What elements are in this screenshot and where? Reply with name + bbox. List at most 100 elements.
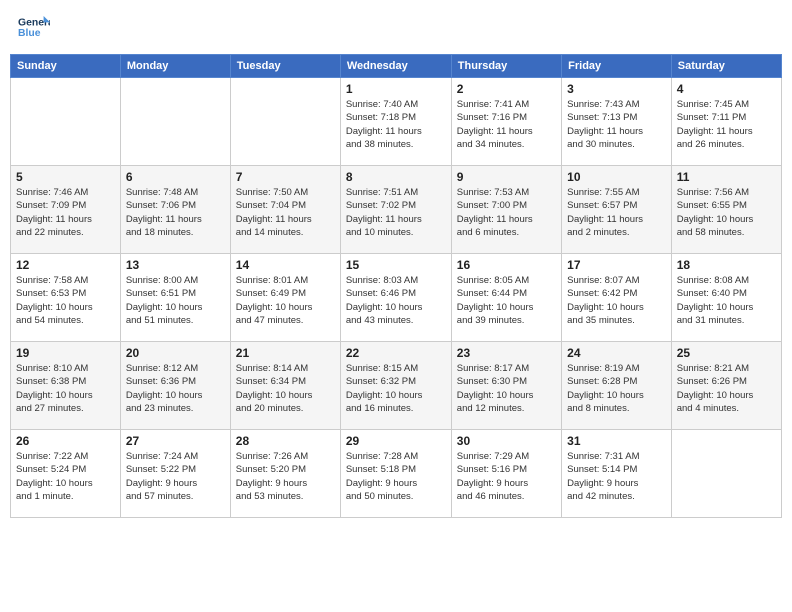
day-number: 21 — [236, 346, 335, 360]
day-number: 22 — [346, 346, 446, 360]
day-number: 10 — [567, 170, 666, 184]
day-info: Sunrise: 8:19 AM Sunset: 6:28 PM Dayligh… — [567, 362, 666, 415]
day-info: Sunrise: 7:55 AM Sunset: 6:57 PM Dayligh… — [567, 186, 666, 239]
day-number: 24 — [567, 346, 666, 360]
day-cell-24: 24 Sunrise: 8:19 AM Sunset: 6:28 PM Dayli… — [562, 342, 672, 430]
col-header-sunday: Sunday — [11, 55, 121, 78]
logo: General Blue — [18, 14, 50, 42]
day-number: 1 — [346, 82, 446, 96]
day-cell-18: 18 Sunrise: 8:08 AM Sunset: 6:40 PM Dayli… — [671, 254, 781, 342]
day-number: 18 — [677, 258, 776, 272]
day-number: 26 — [16, 434, 115, 448]
col-header-saturday: Saturday — [671, 55, 781, 78]
day-info: Sunrise: 8:15 AM Sunset: 6:32 PM Dayligh… — [346, 362, 446, 415]
day-info: Sunrise: 8:17 AM Sunset: 6:30 PM Dayligh… — [457, 362, 556, 415]
day-cell-7: 7 Sunrise: 7:50 AM Sunset: 7:04 PM Daylig… — [230, 166, 340, 254]
day-number: 29 — [346, 434, 446, 448]
day-cell-23: 23 Sunrise: 8:17 AM Sunset: 6:30 PM Dayli… — [451, 342, 561, 430]
day-number: 14 — [236, 258, 335, 272]
col-header-friday: Friday — [562, 55, 672, 78]
day-cell-31: 31Sunrise: 7:31 AM Sunset: 5:14 PM Dayli… — [562, 430, 672, 518]
day-cell-2: 2Sunrise: 7:41 AM Sunset: 7:16 PM Daylig… — [451, 78, 561, 166]
col-header-thursday: Thursday — [451, 55, 561, 78]
day-cell-9: 9 Sunrise: 7:53 AM Sunset: 7:00 PM Daylig… — [451, 166, 561, 254]
day-number: 25 — [677, 346, 776, 360]
day-info: Sunrise: 7:53 AM Sunset: 7:00 PM Dayligh… — [457, 186, 556, 239]
day-number: 30 — [457, 434, 556, 448]
day-number: 19 — [16, 346, 115, 360]
day-cell-26: 26 Sunrise: 7:22 AM Sunset: 5:24 PM Dayli… — [11, 430, 121, 518]
day-info: Sunrise: 7:22 AM Sunset: 5:24 PM Dayligh… — [16, 450, 115, 503]
day-info: Sunrise: 7:28 AM Sunset: 5:18 PM Dayligh… — [346, 450, 446, 503]
day-cell-8: 8Sunrise: 7:51 AM Sunset: 7:02 PM Daylig… — [340, 166, 451, 254]
day-info: Sunrise: 7:41 AM Sunset: 7:16 PM Dayligh… — [457, 98, 556, 151]
day-number: 15 — [346, 258, 446, 272]
day-number: 17 — [567, 258, 666, 272]
day-info: Sunrise: 7:24 AM Sunset: 5:22 PM Dayligh… — [126, 450, 225, 503]
day-number: 6 — [126, 170, 225, 184]
day-info: Sunrise: 8:21 AM Sunset: 6:26 PM Dayligh… — [677, 362, 776, 415]
day-cell-11: 11 Sunrise: 7:56 AM Sunset: 6:55 PM Dayli… — [671, 166, 781, 254]
day-cell-29: 29 Sunrise: 7:28 AM Sunset: 5:18 PM Dayli… — [340, 430, 451, 518]
logo-icon: General Blue — [18, 14, 50, 42]
day-info: Sunrise: 8:01 AM Sunset: 6:49 PM Dayligh… — [236, 274, 335, 327]
day-cell-10: 10 Sunrise: 7:55 AM Sunset: 6:57 PM Dayli… — [562, 166, 672, 254]
day-cell-25: 25 Sunrise: 8:21 AM Sunset: 6:26 PM Dayli… — [671, 342, 781, 430]
day-cell-17: 17 Sunrise: 8:07 AM Sunset: 6:42 PM Dayli… — [562, 254, 672, 342]
day-info: Sunrise: 8:07 AM Sunset: 6:42 PM Dayligh… — [567, 274, 666, 327]
day-number: 20 — [126, 346, 225, 360]
week-row-1: 1 Sunrise: 7:40 AM Sunset: 7:18 PM Daylig… — [11, 78, 782, 166]
day-info: Sunrise: 7:26 AM Sunset: 5:20 PM Dayligh… — [236, 450, 335, 503]
day-number: 16 — [457, 258, 556, 272]
col-header-wednesday: Wednesday — [340, 55, 451, 78]
day-cell-21: 21 Sunrise: 8:14 AM Sunset: 6:34 PM Dayli… — [230, 342, 340, 430]
day-info: Sunrise: 7:40 AM Sunset: 7:18 PM Dayligh… — [346, 98, 446, 151]
day-info: Sunrise: 7:50 AM Sunset: 7:04 PM Dayligh… — [236, 186, 335, 239]
day-info: Sunrise: 8:14 AM Sunset: 6:34 PM Dayligh… — [236, 362, 335, 415]
day-cell-28: 28 Sunrise: 7:26 AM Sunset: 5:20 PM Dayli… — [230, 430, 340, 518]
day-number: 11 — [677, 170, 776, 184]
day-cell-19: 19 Sunrise: 8:10 AM Sunset: 6:38 PM Dayli… — [11, 342, 121, 430]
day-cell-13: 13Sunrise: 8:00 AM Sunset: 6:51 PM Dayli… — [120, 254, 230, 342]
day-number: 5 — [16, 170, 115, 184]
day-cell-30: 30 Sunrise: 7:29 AM Sunset: 5:16 PM Dayli… — [451, 430, 561, 518]
empty-cell — [671, 430, 781, 518]
day-info: Sunrise: 8:08 AM Sunset: 6:40 PM Dayligh… — [677, 274, 776, 327]
day-cell-12: 12 Sunrise: 7:58 AM Sunset: 6:53 PM Dayli… — [11, 254, 121, 342]
day-info: Sunrise: 7:58 AM Sunset: 6:53 PM Dayligh… — [16, 274, 115, 327]
day-cell-20: 20Sunrise: 8:12 AM Sunset: 6:36 PM Dayli… — [120, 342, 230, 430]
week-row-3: 12 Sunrise: 7:58 AM Sunset: 6:53 PM Dayli… — [11, 254, 782, 342]
day-info: Sunrise: 8:05 AM Sunset: 6:44 PM Dayligh… — [457, 274, 556, 327]
day-cell-27: 27 Sunrise: 7:24 AM Sunset: 5:22 PM Dayli… — [120, 430, 230, 518]
day-info: Sunrise: 8:10 AM Sunset: 6:38 PM Dayligh… — [16, 362, 115, 415]
day-cell-16: 16 Sunrise: 8:05 AM Sunset: 6:44 PM Dayli… — [451, 254, 561, 342]
day-cell-14: 14 Sunrise: 8:01 AM Sunset: 6:49 PM Dayli… — [230, 254, 340, 342]
day-number: 9 — [457, 170, 556, 184]
day-cell-6: 6 Sunrise: 7:48 AM Sunset: 7:06 PM Daylig… — [120, 166, 230, 254]
day-cell-22: 22 Sunrise: 8:15 AM Sunset: 6:32 PM Dayli… — [340, 342, 451, 430]
day-number: 8 — [346, 170, 446, 184]
day-number: 12 — [16, 258, 115, 272]
day-cell-1: 1 Sunrise: 7:40 AM Sunset: 7:18 PM Daylig… — [340, 78, 451, 166]
day-info: Sunrise: 7:56 AM Sunset: 6:55 PM Dayligh… — [677, 186, 776, 239]
week-row-5: 26 Sunrise: 7:22 AM Sunset: 5:24 PM Dayli… — [11, 430, 782, 518]
day-number: 7 — [236, 170, 335, 184]
day-info: Sunrise: 7:29 AM Sunset: 5:16 PM Dayligh… — [457, 450, 556, 503]
day-info: Sunrise: 7:46 AM Sunset: 7:09 PM Dayligh… — [16, 186, 115, 239]
day-number: 31 — [567, 434, 666, 448]
header-row: SundayMondayTuesdayWednesdayThursdayFrid… — [11, 55, 782, 78]
day-number: 23 — [457, 346, 556, 360]
empty-cell — [11, 78, 121, 166]
day-number: 4 — [677, 82, 776, 96]
day-cell-3: 3Sunrise: 7:43 AM Sunset: 7:13 PM Daylig… — [562, 78, 672, 166]
col-header-tuesday: Tuesday — [230, 55, 340, 78]
week-row-4: 19 Sunrise: 8:10 AM Sunset: 6:38 PM Dayli… — [11, 342, 782, 430]
page-header: General Blue — [10, 10, 782, 46]
day-number: 28 — [236, 434, 335, 448]
day-cell-4: 4 Sunrise: 7:45 AM Sunset: 7:11 PM Daylig… — [671, 78, 781, 166]
day-info: Sunrise: 7:48 AM Sunset: 7:06 PM Dayligh… — [126, 186, 225, 239]
day-info: Sunrise: 7:43 AM Sunset: 7:13 PM Dayligh… — [567, 98, 666, 151]
day-number: 27 — [126, 434, 225, 448]
day-info: Sunrise: 7:45 AM Sunset: 7:11 PM Dayligh… — [677, 98, 776, 151]
day-number: 13 — [126, 258, 225, 272]
